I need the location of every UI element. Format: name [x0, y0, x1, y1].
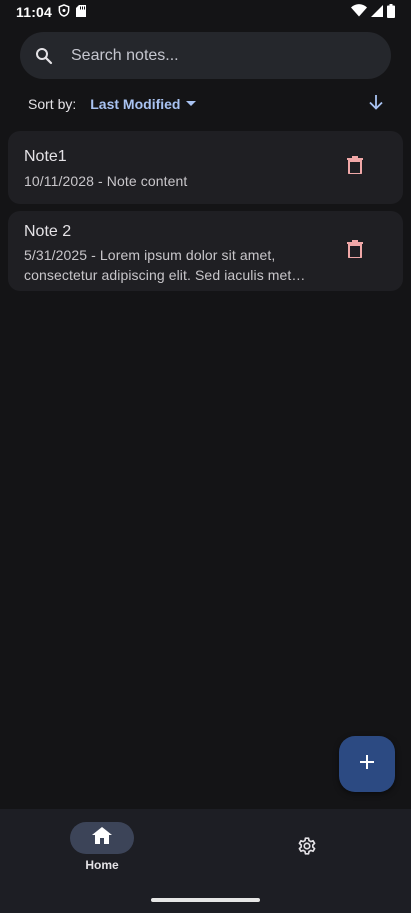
arrow-down-icon [368, 94, 384, 115]
delete-note-button[interactable] [343, 156, 367, 180]
gesture-handle [151, 898, 260, 902]
status-left: 11:04 [16, 4, 87, 20]
note-preview: 5/31/2025 - Lorem ipsum dolor sit amet, … [24, 247, 306, 283]
trash-icon [347, 156, 363, 179]
nav-item-settings[interactable] [283, 832, 331, 864]
search-icon[interactable] [34, 46, 54, 66]
bottom-nav: Home [0, 809, 411, 913]
sort-dropdown[interactable]: Last Modified [90, 96, 197, 112]
shield-icon [58, 4, 70, 20]
status-right [351, 3, 395, 21]
delete-note-button[interactable] [343, 239, 367, 263]
nav-active-indicator [70, 822, 134, 854]
note-preview: 10/11/2028 - Note content [24, 173, 188, 189]
nav-item-home[interactable]: Home [66, 822, 138, 884]
sort-row: Sort by: Last Modified [28, 92, 388, 116]
gear-icon [296, 835, 318, 862]
sd-card-icon [76, 4, 87, 20]
signal-icon [371, 4, 383, 20]
search-bar[interactable] [20, 32, 391, 79]
search-input[interactable] [71, 46, 371, 65]
nav-item-label: Home [85, 858, 119, 872]
plus-icon [359, 754, 375, 775]
add-note-button[interactable] [339, 736, 395, 792]
home-icon [92, 827, 112, 849]
trash-icon [347, 239, 363, 263]
status-time: 11:04 [16, 4, 53, 20]
caret-down-icon [186, 101, 197, 107]
note-card[interactable]: Note 2 5/31/2025 - Lorem ipsum dolor sit… [8, 211, 403, 291]
note-title: Note1 [24, 148, 67, 165]
sort-label: Sort by: [28, 96, 77, 112]
battery-icon [387, 3, 395, 21]
app-screen: 11:04 Sort by: [0, 0, 411, 913]
status-bar: 11:04 [0, 0, 411, 24]
note-title: Note 2 [24, 223, 72, 240]
sort-selected-value: Last Modified [90, 96, 181, 112]
sort-direction-button[interactable] [364, 92, 388, 116]
wifi-icon [351, 4, 367, 20]
note-card[interactable]: Note1 10/11/2028 - Note content [8, 131, 403, 204]
